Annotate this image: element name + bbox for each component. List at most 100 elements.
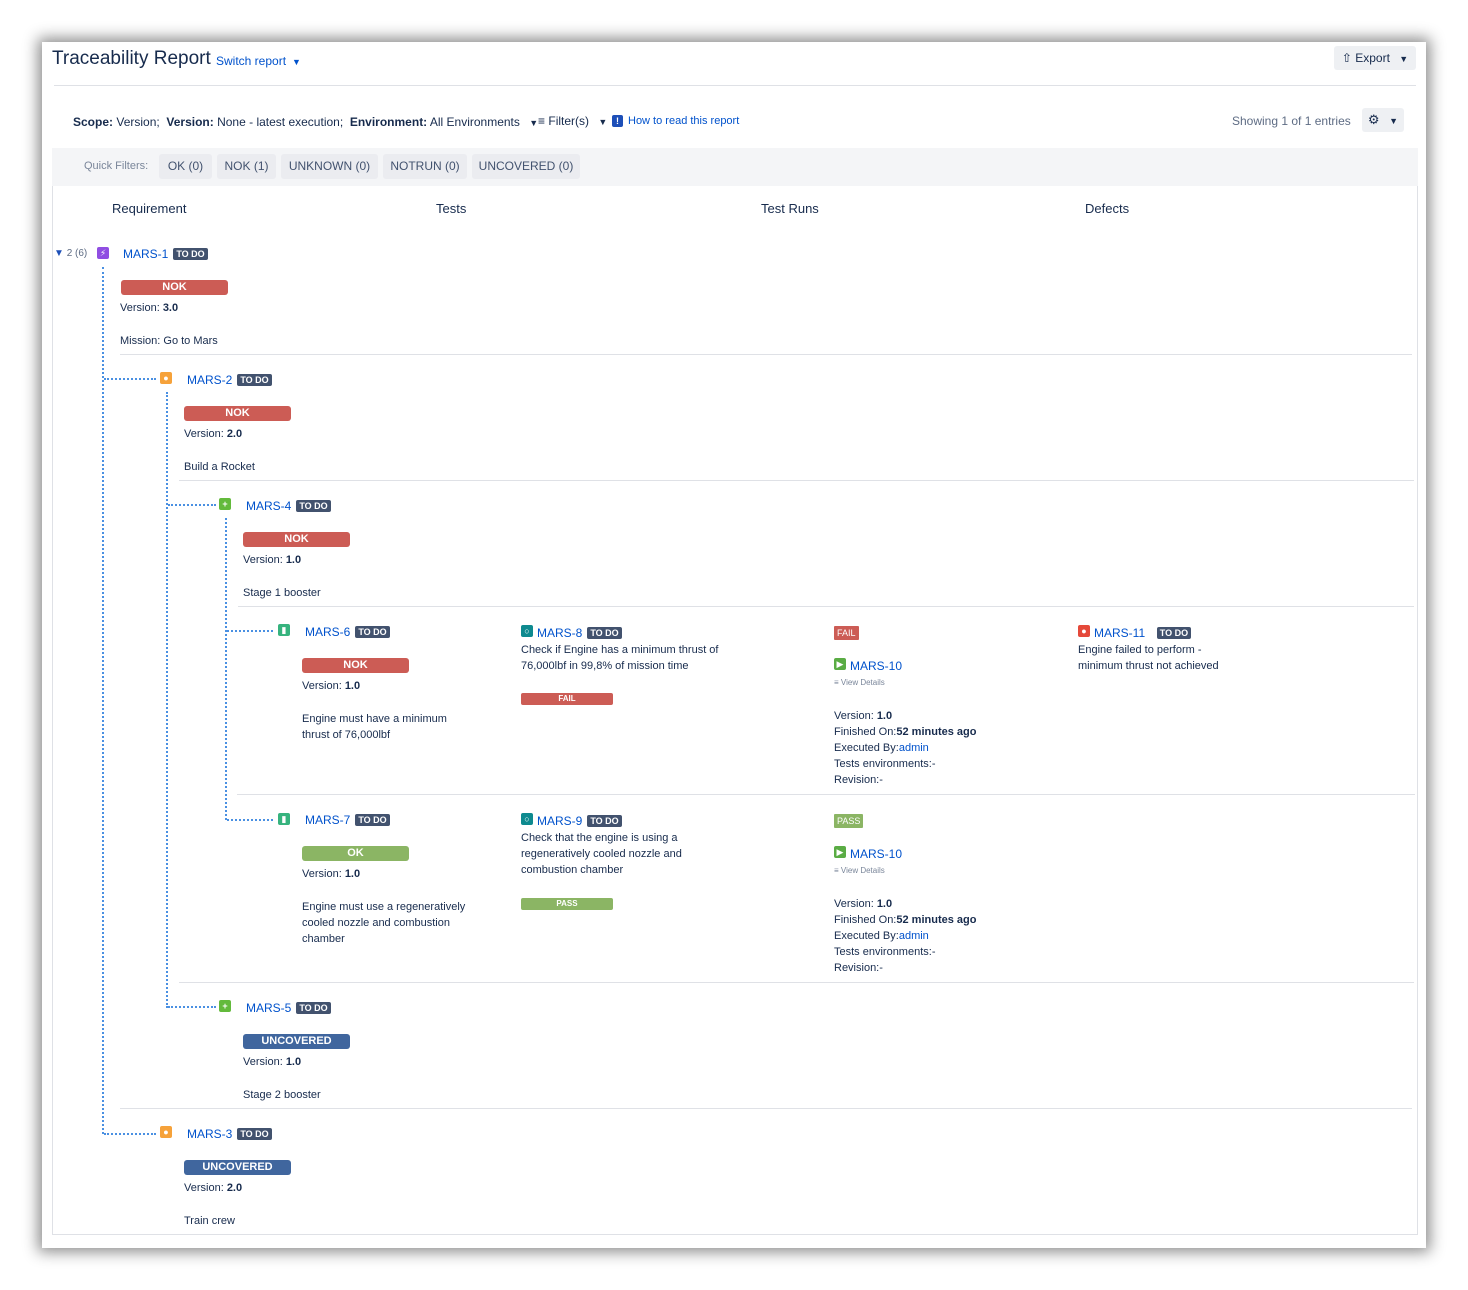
execution-link-mars-10[interactable]: MARS-10 [850, 847, 902, 861]
issue-link-mars-4[interactable]: MARS-4 TO DO [246, 499, 331, 513]
test-execution-icon: ▶ [834, 846, 846, 858]
summary-line: Check if Engine has a minimum thrust of [521, 644, 719, 656]
run-finished: Finished On:52 minutes ago [834, 912, 976, 928]
version-label: Version: [184, 428, 224, 440]
environment-dropdown[interactable]: All Environments ▼ [430, 115, 538, 129]
column-header-test-runs: Test Runs [761, 201, 819, 216]
summary-line: Engine must have a minimum [302, 713, 447, 725]
version-label: Version: [243, 554, 283, 566]
test-link-mars-8[interactable]: MARS-8 TO DO [537, 626, 622, 640]
issue-link-mars-6[interactable]: MARS-6 TO DO [305, 625, 390, 639]
defect-key: MARS-11 [1094, 626, 1146, 640]
issue-link-mars-7[interactable]: MARS-7 TO DO [305, 813, 390, 827]
report-table [52, 186, 1418, 1235]
tree-connector [225, 518, 227, 820]
requirement-version: Version: 2.0 [184, 426, 242, 442]
quick-filter-notrun[interactable]: NOTRUN (0) [383, 154, 467, 179]
chevron-down-icon: ▼ [1399, 54, 1409, 64]
how-to-read-link[interactable]: ! How to read this report [612, 115, 739, 127]
list-icon: ≡ [834, 678, 839, 687]
run-version: Version: 1.0 [834, 708, 976, 724]
version-label: Version: [834, 710, 874, 722]
defect-summary: Engine failed to perform - minimum thrust… [1078, 642, 1219, 674]
test-status-badge: FAIL [521, 693, 613, 705]
scope-label: Scope: [73, 115, 114, 129]
export-button[interactable]: ⇧ Export ▼ [1334, 46, 1416, 70]
quick-filter-ok[interactable]: OK (0) [159, 154, 212, 179]
issue-link-mars-1[interactable]: MARS-1 TO DO [123, 247, 208, 261]
requirement-summary: Stage 2 booster [243, 1089, 321, 1101]
scope-value: Version; [116, 115, 160, 129]
issue-key: MARS-5 [246, 1001, 292, 1015]
status-lozenge: TO DO [587, 815, 622, 827]
run-details: Version: 1.0 Finished On:52 minutes ago … [834, 896, 976, 976]
requirement-version: Version: 3.0 [120, 300, 178, 316]
coverage-status-badge: NOK [302, 658, 409, 673]
finished-label: Finished On: [834, 914, 897, 926]
version-label: Version: [302, 868, 342, 880]
requirement-summary: Stage 1 booster [243, 587, 321, 599]
list-icon: ≡ [834, 866, 839, 875]
coverage-status-badge: NOK [121, 280, 228, 295]
quick-filter-nok[interactable]: NOK (1) [217, 154, 276, 179]
run-status-chip: PASS [834, 814, 864, 828]
view-details-link[interactable]: ≡ View Details [834, 678, 885, 687]
status-lozenge: TO DO [355, 814, 390, 826]
test-summary: Check if Engine has a minimum thrust of 7… [521, 642, 718, 674]
view-details-label: View Details [840, 678, 885, 687]
issue-link-mars-3[interactable]: MARS-3 TO DO [187, 1127, 272, 1141]
view-details-link[interactable]: ≡ View Details [834, 866, 885, 875]
idea-icon: ● [160, 372, 172, 384]
test-status-badge: PASS [521, 898, 613, 910]
environment-value: All Environments [429, 115, 520, 129]
user-link[interactable]: admin [899, 742, 929, 754]
row-divider [179, 480, 1414, 481]
export-label: Export [1355, 51, 1390, 65]
quick-filter-uncovered[interactable]: UNCOVERED (0) [472, 154, 580, 179]
issue-link-mars-5[interactable]: MARS-5 TO DO [246, 1001, 331, 1015]
switch-report-label: Switch report [216, 54, 287, 68]
gear-icon: ⚙ [1367, 112, 1380, 127]
caret-down-icon: ▼ [598, 117, 608, 127]
finished-value: 52 minutes ago [896, 726, 977, 738]
version-label: Version: [120, 302, 160, 314]
tree-connector [102, 267, 104, 1134]
share-icon: ⇧ [1341, 51, 1352, 65]
view-details-label: View Details [840, 866, 885, 875]
version-label: Version: [166, 115, 214, 129]
filter-icon: ≡ [538, 114, 546, 128]
tree-connector [168, 1006, 216, 1008]
column-header-requirement: Requirement [112, 201, 187, 216]
version-value: 1.0 [876, 898, 893, 910]
chevron-down-icon: ▼ [1389, 116, 1399, 126]
switch-report-link[interactable]: Switch report ▼ [216, 54, 301, 68]
test-link-mars-9[interactable]: MARS-9 TO DO [537, 814, 622, 828]
coverage-status-badge: NOK [184, 406, 291, 421]
version-label: Version: [834, 898, 874, 910]
defect-link-mars-11[interactable]: MARS-11 TO DO [1094, 626, 1192, 640]
filters-label: Filter(s) [548, 114, 590, 128]
run-revision: Revision:- [834, 962, 883, 974]
requirement-version: Version: 1.0 [243, 1054, 301, 1070]
column-header-defects: Defects [1085, 201, 1130, 216]
settings-button[interactable]: ⚙ ▼ [1362, 108, 1404, 132]
caret-down-icon: ▼ [529, 118, 539, 128]
requirement-version: Version: 1.0 [302, 678, 360, 694]
filters-dropdown[interactable]: ≡ Filter(s) ▼ [538, 114, 607, 128]
tree-connector [104, 1133, 156, 1135]
new-feature-icon: + [219, 498, 231, 510]
issue-link-mars-2[interactable]: MARS-2 TO DO [187, 373, 272, 387]
tree-toggle[interactable]: ▼ 2 (6) [54, 246, 87, 262]
issue-key: MARS-4 [246, 499, 292, 513]
user-link[interactable]: admin [899, 930, 929, 942]
execution-link-mars-10[interactable]: MARS-10 [850, 659, 902, 673]
run-details: Version: 1.0 Finished On:52 minutes ago … [834, 708, 976, 788]
status-lozenge: TO DO [1156, 627, 1192, 639]
version-label: Version: [184, 1182, 224, 1194]
quick-filter-unknown[interactable]: UNKNOWN (0) [281, 154, 378, 179]
summary-line: regeneratively cooled nozzle and [521, 848, 682, 860]
new-feature-icon: + [219, 1000, 231, 1012]
executed-label: Executed By: [834, 742, 899, 754]
tree-connector [227, 630, 273, 632]
test-execution-icon: ▶ [834, 658, 846, 670]
